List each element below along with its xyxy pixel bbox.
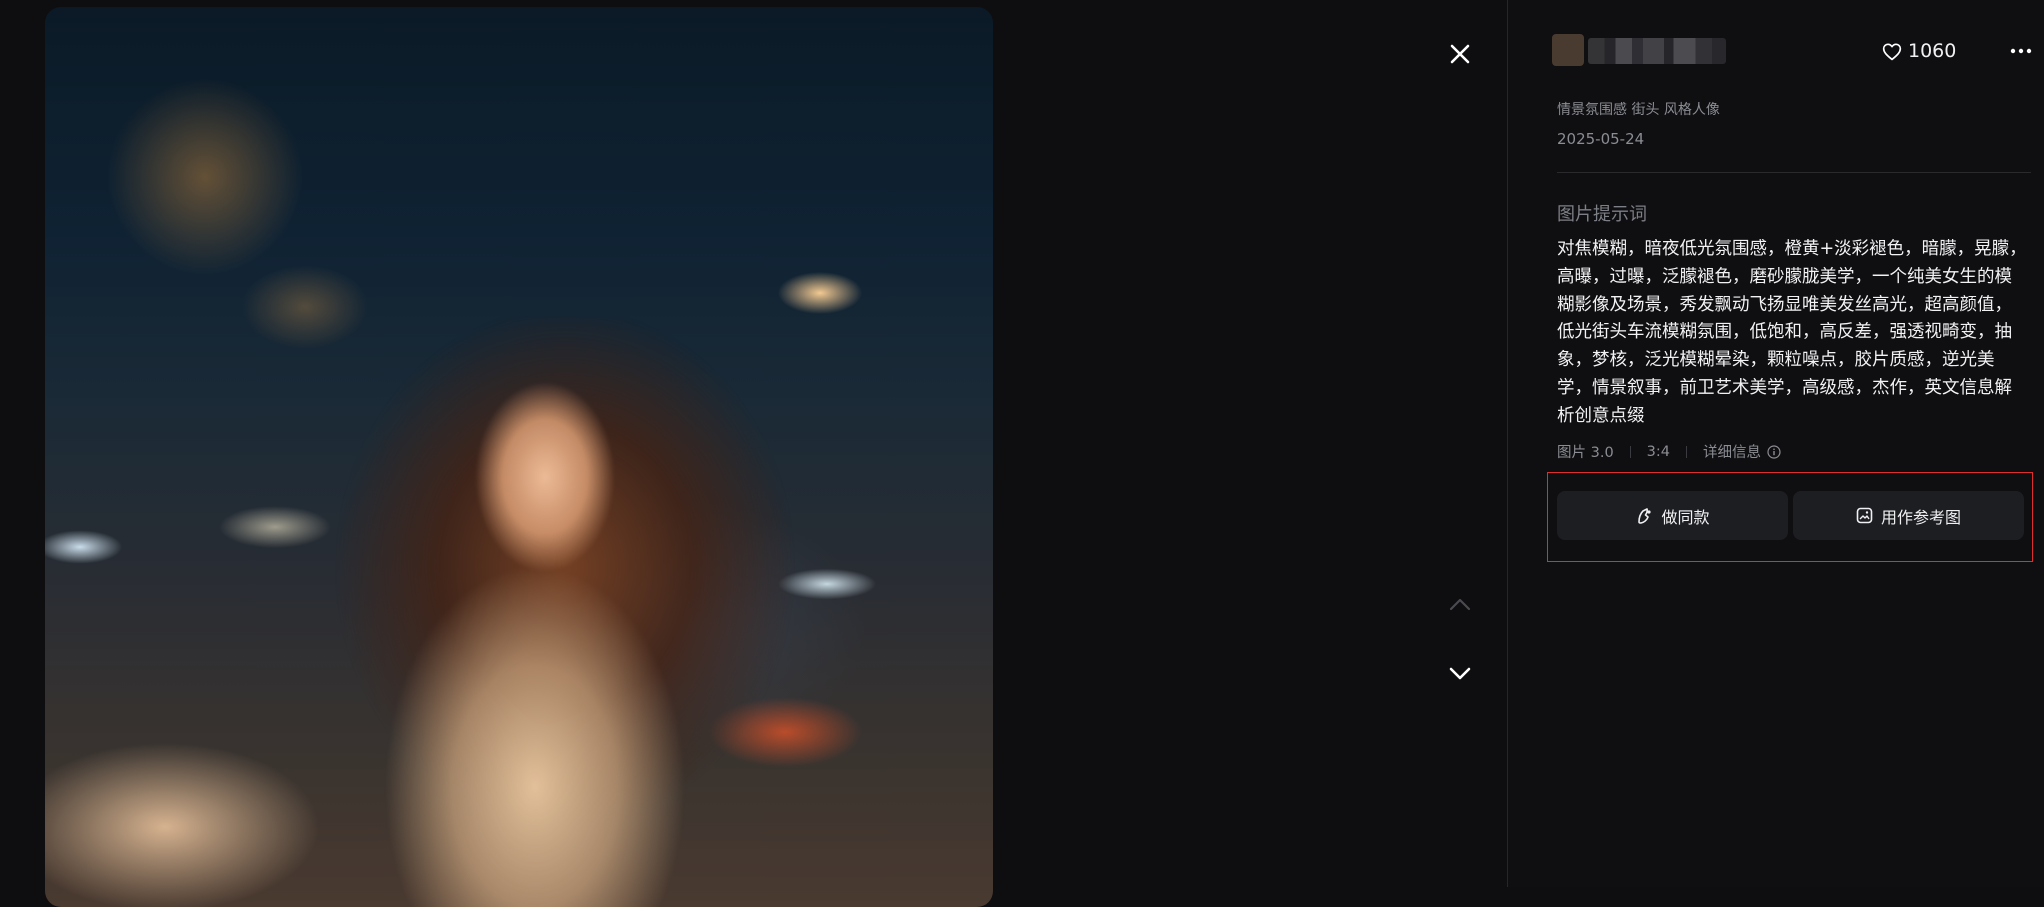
make-same-button[interactable]: 做同款	[1557, 491, 1788, 540]
image-viewer	[0, 0, 1507, 907]
use-as-reference-button[interactable]: 用作参考图	[1793, 491, 2024, 540]
generated-image[interactable]	[45, 7, 993, 907]
meta-separator	[1686, 445, 1688, 458]
info-icon	[1767, 444, 1781, 459]
close-button[interactable]	[1444, 38, 1476, 70]
prompt-text: 对焦模糊，暗夜低光氛围感，橙黄+淡彩褪色，暗朦，晃朦，高曝，过曝，泛朦褪色，磨砂…	[1557, 239, 2027, 426]
prompt-label: 图片提示词	[1557, 204, 1647, 225]
chevron-down-icon	[1449, 667, 1471, 680]
image-subject	[305, 317, 865, 907]
likes-count: 1060	[1908, 40, 1957, 62]
details-link[interactable]: 详细信息	[1703, 441, 1781, 462]
chevron-up-icon	[1449, 598, 1471, 611]
previous-image-button[interactable]	[1444, 588, 1476, 620]
detail-panel: 1060 情景氛围感 街头 风格人像 2025-05-24 图片提示词 对焦模糊…	[1507, 0, 2044, 887]
more-horizontal-icon	[2010, 48, 2032, 54]
divider	[1557, 172, 2031, 173]
author-header: 1060	[1552, 34, 2032, 70]
close-icon	[1450, 44, 1470, 64]
details-label: 详细信息	[1703, 445, 1762, 461]
meta-separator	[1629, 445, 1631, 458]
like-button[interactable]: 1060	[1882, 38, 1956, 64]
image-meta: 图片 3.0 3:4 详细信息	[1557, 441, 1781, 462]
more-button[interactable]	[2006, 36, 2036, 66]
username-redacted[interactable]	[1588, 38, 1726, 64]
brush-icon	[1638, 507, 1652, 524]
next-image-button[interactable]	[1444, 658, 1476, 690]
model-version: 图片 3.0	[1557, 445, 1614, 461]
use-as-reference-label: 用作参考图	[1880, 507, 1961, 527]
image-icon	[1856, 507, 1873, 524]
make-same-label: 做同款	[1661, 507, 1710, 527]
heart-icon	[1882, 43, 1902, 60]
aspect-ratio: 3:4	[1646, 443, 1671, 460]
avatar[interactable]	[1552, 34, 1584, 66]
style-tags: 情景氛围感 街头 风格人像	[1557, 102, 1720, 118]
publish-date: 2025-05-24	[1557, 130, 1645, 148]
